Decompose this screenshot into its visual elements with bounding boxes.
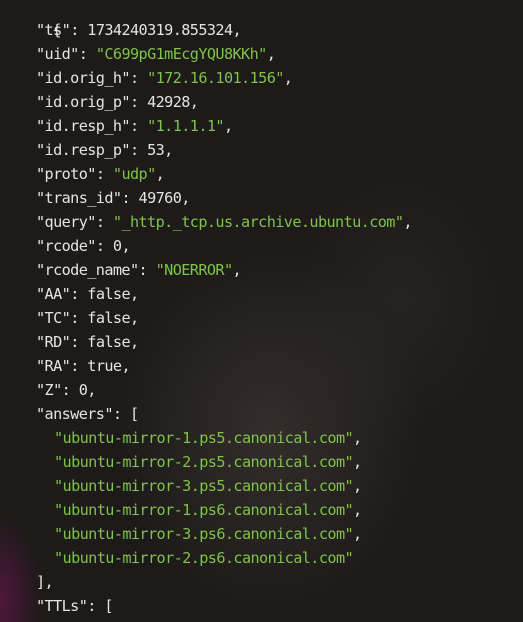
field-key: "rcode" [36,237,96,255]
json-field-id-orig-h: "id.orig_h": "172.16.101.156", [36,69,293,87]
json-field-proto: "proto": "udp", [36,165,165,183]
field-value: false [87,285,130,303]
json-open-brace: { [18,0,61,39]
field-value: "udp" [112,165,156,183]
answers-list-item: "ubuntu-mirror-2.ps6.canonical.com" [54,546,354,570]
array-close-bracket: ], [36,573,54,591]
field-value: "NOERROR" [155,261,234,279]
field-value: 53 [147,141,165,159]
json-field-trans-id: "trans_id": 49760, [36,189,190,207]
field-key: "TTLs" [36,597,88,615]
json-field-ts: "ts": 1734240319.855324, [36,21,242,39]
field-key: "RD" [36,333,71,351]
field-value: 49760 [138,189,182,207]
field-key: "id.orig_h" [36,69,131,87]
field-value: 42928 [147,93,190,111]
json-field-z: "Z": 0, [36,381,96,399]
json-field-id-resp-h: "id.resp_h": "1.1.1.1", [36,117,233,135]
field-value: "_http._tcp.us.archive.ubuntu.com" [112,213,404,231]
field-key: "trans_id" [36,189,122,207]
field-value: false [87,309,130,327]
json-field-answers: "answers": [ [36,405,139,423]
field-key: "AA" [36,285,71,303]
answer-value: "ubuntu-mirror-1.ps6.canonical.com" [54,501,354,519]
json-field-aa: "AA": false, [36,285,139,303]
answer-value: "ubuntu-mirror-2.ps6.canonical.com" [54,549,354,567]
json-field-rd: "RD": false, [36,333,139,351]
json-field-rcode: "rcode": 0, [36,237,131,255]
array-open-bracket: [ [130,405,139,423]
field-key: "rcode_name" [36,261,139,279]
field-key: "id.orig_p" [36,93,131,111]
field-value: false [87,333,130,351]
json-field-ttls: "TTLs": [ [36,597,113,615]
answers-list-item: "ubuntu-mirror-3.ps6.canonical.com", [54,525,362,543]
field-value: 0 [78,381,88,399]
field-key: "RA" [36,357,71,375]
field-key: "TC" [36,309,71,327]
json-field-rcode-name: "rcode_name": "NOERROR", [36,261,242,279]
field-value: 1734240319.855324 [87,21,233,39]
field-key: "answers" [36,405,114,423]
answers-list-item: "ubuntu-mirror-3.ps5.canonical.com", [54,477,362,495]
field-key: "ts" [36,21,71,39]
field-key: "query" [36,213,96,231]
json-field-tc: "TC": false, [36,309,139,327]
answers-list-item: "ubuntu-mirror-1.ps6.canonical.com", [54,501,362,519]
json-field-ra: "RA": true, [36,357,131,375]
answers-list-item: "ubuntu-mirror-1.ps5.canonical.com", [54,429,362,447]
answers-list-item: "ubuntu-mirror-2.ps5.canonical.com", [54,453,362,471]
field-value: "C699pG1mEcgYQU8KKh" [95,45,267,63]
answer-value: "ubuntu-mirror-1.ps5.canonical.com" [54,429,354,447]
json-field-query: "query": "_http._tcp.us.archive.ubuntu.c… [36,213,413,231]
json-field-id-resp-p: "id.resp_p": 53, [36,141,173,159]
field-key: "uid" [36,45,79,63]
field-value: true [87,357,122,375]
array-open-bracket: [ [104,597,113,615]
terminal-window[interactable]: { "ts": 1734240319.855324, "uid": "C699p… [0,0,523,622]
field-key: "proto" [36,165,96,183]
answer-value: "ubuntu-mirror-3.ps6.canonical.com" [54,525,354,543]
field-key: "Z" [36,381,62,399]
answer-value: "ubuntu-mirror-2.ps5.canonical.com" [54,453,354,471]
field-value: "172.16.101.156" [147,69,284,87]
field-key: "id.resp_h" [36,117,131,135]
field-value: "1.1.1.1" [147,117,225,135]
json-field-id-orig-p: "id.orig_p": 42928, [36,93,199,111]
answer-value: "ubuntu-mirror-3.ps5.canonical.com" [54,477,354,495]
json-field-uid: "uid": "C699pG1mEcgYQU8KKh", [36,45,276,63]
field-key: "id.resp_p" [36,141,131,159]
